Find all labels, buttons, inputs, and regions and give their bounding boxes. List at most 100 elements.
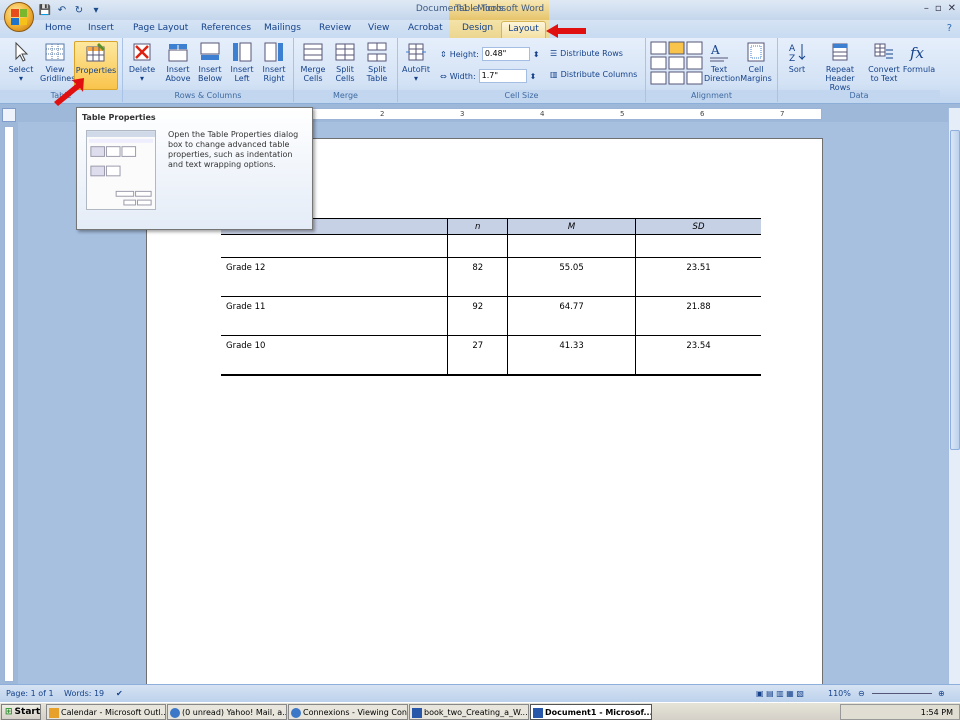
distribute-rows-icon: ☰: [550, 49, 558, 58]
cell-margins-button[interactable]: Cell Margins: [738, 41, 774, 83]
table-cell[interactable]: [507, 234, 636, 258]
vertical-scrollbar[interactable]: [948, 108, 960, 684]
group-alignment: A Text Direction Cell Margins Alignment: [646, 38, 778, 102]
taskbar-item-connexions[interactable]: Connexions - Viewing Con...: [288, 704, 408, 720]
taskbar-item-document1[interactable]: Document1 - Microsof...: [530, 704, 652, 720]
table-cell[interactable]: 23.54: [635, 335, 761, 376]
autofit-button[interactable]: AutoFit ▾: [401, 41, 431, 83]
table-cell[interactable]: 92: [447, 296, 508, 336]
tab-insert[interactable]: Insert: [88, 23, 114, 33]
taskbar: ⊞ Start Calendar - Microsoft Outl... (0 …: [0, 702, 960, 720]
insert-left-button[interactable]: Insert Left: [227, 41, 257, 83]
sort-button[interactable]: AZ Sort: [782, 41, 812, 74]
cell-margins-icon: [747, 42, 765, 62]
convert-to-text-button[interactable]: Convert to Text: [866, 41, 902, 83]
tab-view[interactable]: View: [368, 23, 389, 33]
taskbar-item-book-two[interactable]: book_two_Creating_a_W...: [409, 704, 529, 720]
repeat-header-rows-icon: [832, 43, 848, 61]
view-gridlines-button[interactable]: View Gridlines: [40, 41, 75, 83]
tab-page-layout[interactable]: Page Layout: [133, 23, 188, 33]
word-count[interactable]: Words: 19: [64, 689, 104, 698]
distribute-columns-button[interactable]: ▥ Distribute Columns: [550, 70, 637, 79]
tab-home[interactable]: Home: [45, 23, 72, 33]
autofit-icon: [406, 43, 426, 61]
tab-references[interactable]: References: [201, 23, 251, 33]
insert-above-button[interactable]: Insert Above: [163, 41, 193, 83]
taskbar-item-yahoo-mail[interactable]: (0 unread) Yahoo! Mail, a...: [167, 704, 287, 720]
table-header-cell[interactable]: n: [447, 218, 508, 235]
table-cell[interactable]: [447, 234, 508, 258]
window-title: Document1 - Microsoft Word: [415, 4, 545, 14]
table-properties-dialog-preview-icon: [86, 130, 156, 210]
word-icon: [533, 708, 543, 718]
tab-layout[interactable]: Layout: [501, 21, 546, 39]
close-icon[interactable]: ✕: [948, 3, 956, 14]
table-cell[interactable]: [635, 234, 761, 258]
width-icon: ⇔: [440, 71, 447, 81]
tab-mailings[interactable]: Mailings: [264, 23, 301, 33]
merge-cells-button[interactable]: Merge Cells: [298, 41, 328, 83]
document-table[interactable]: n M SD Grade 12 82 55.05 23.51 Grade 11 …: [221, 218, 761, 376]
office-button[interactable]: [4, 2, 34, 32]
distribute-rows-button[interactable]: ☰ Distribute Rows: [550, 49, 623, 58]
window-controls: – ▫ ✕: [924, 3, 956, 14]
table-cell[interactable]: [221, 234, 448, 258]
table-cell[interactable]: 27: [447, 335, 508, 376]
table-cell[interactable]: Grade 12: [221, 257, 448, 297]
proofing-icon[interactable]: ✔: [116, 689, 123, 698]
width-spinner-icon[interactable]: ⬍: [530, 72, 537, 81]
tab-design[interactable]: Design: [462, 23, 493, 33]
start-button[interactable]: ⊞ Start: [1, 704, 41, 720]
help-icon[interactable]: ?: [947, 23, 952, 34]
group-label-data: Data: [778, 90, 940, 101]
minimize-icon[interactable]: –: [924, 3, 929, 14]
tab-selector[interactable]: [2, 108, 16, 122]
tab-acrobat[interactable]: Acrobat: [408, 23, 443, 33]
insert-right-button[interactable]: Insert Right: [259, 41, 289, 83]
table-cell[interactable]: Grade 10: [221, 335, 448, 376]
sort-az-icon: AZ: [789, 44, 806, 63]
title-bar: Table Tools 💾 ↶ ↻ ▾ Document1 - Microsof…: [0, 0, 960, 20]
table-cell[interactable]: 64.77: [507, 296, 636, 336]
page-count[interactable]: Page: 1 of 1: [6, 689, 54, 698]
select-cursor-icon: [15, 41, 29, 62]
tooltip-body: Open the Table Properties dialog box to …: [168, 130, 299, 169]
repeat-header-rows-button[interactable]: Repeat Header Rows: [816, 41, 864, 92]
clock[interactable]: 1:54 PM: [921, 708, 953, 717]
table-cell[interactable]: 82: [447, 257, 508, 297]
split-table-button[interactable]: Split Table: [362, 41, 392, 83]
text-direction-button[interactable]: A Text Direction: [704, 41, 740, 83]
delete-button[interactable]: Delete ▾: [127, 41, 157, 83]
table-cell[interactable]: Grade 11: [221, 296, 448, 336]
scrollbar-thumb[interactable]: [950, 130, 960, 450]
height-icon: ⇕: [440, 49, 447, 59]
ribbon-tabs: Home Insert Page Layout References Maili…: [0, 20, 960, 39]
maximize-icon[interactable]: ▫: [935, 3, 942, 14]
zoom-level[interactable]: 110%: [828, 689, 851, 698]
text-direction-icon: A: [710, 43, 728, 62]
taskbar-item-calendar[interactable]: Calendar - Microsoft Outl...: [46, 704, 166, 720]
insert-below-button[interactable]: Insert Below: [195, 41, 225, 83]
zoom-in-icon[interactable]: ⊕: [938, 689, 945, 698]
height-input[interactable]: 0.48": [481, 47, 530, 61]
width-row: ⇔ Width: 1.7" ⬍: [440, 69, 536, 83]
select-button[interactable]: Select ▾: [6, 41, 36, 83]
zoom-slider[interactable]: [872, 693, 932, 694]
formula-button[interactable]: fx Formula: [902, 41, 936, 74]
table-cell[interactable]: 55.05: [507, 257, 636, 297]
cell-alignment-grid-icon[interactable]: [650, 41, 704, 85]
height-spinner-icon[interactable]: ⬍: [533, 50, 540, 59]
view-buttons[interactable]: ▣ ▤ ▥ ▦ ▧: [756, 689, 804, 698]
table-header-cell[interactable]: SD: [635, 218, 761, 235]
table-header-cell[interactable]: M: [507, 218, 636, 235]
table-cell[interactable]: 23.51: [635, 257, 761, 297]
table-cell[interactable]: 21.88: [635, 296, 761, 336]
table-cell[interactable]: 41.33: [507, 335, 636, 376]
word-icon: [412, 708, 422, 718]
zoom-out-icon[interactable]: ⊖: [858, 689, 865, 698]
width-input[interactable]: 1.7": [478, 69, 527, 83]
svg-text:Z: Z: [789, 54, 795, 63]
tab-review[interactable]: Review: [319, 23, 351, 33]
vertical-ruler[interactable]: [4, 126, 14, 682]
split-cells-button[interactable]: Split Cells: [330, 41, 360, 83]
